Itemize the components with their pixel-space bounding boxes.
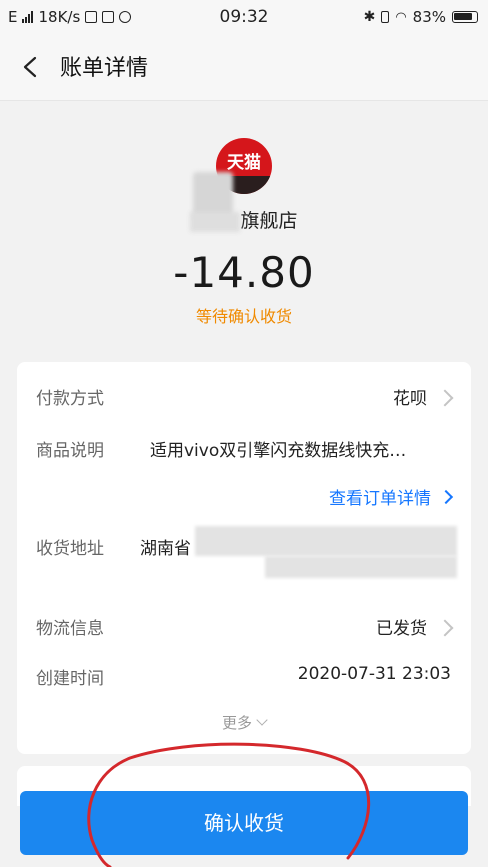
row-payment-method[interactable]: 付款方式 花呗	[17, 384, 471, 414]
label-logistics: 物流信息	[36, 619, 104, 639]
chevron-right-icon	[436, 619, 454, 637]
value-payment-method: 花呗	[393, 389, 427, 409]
status-right: ✱ ◠ 83%	[364, 8, 478, 26]
row-product-desc: 商品说明 适用vivo双引擎闪充数据线快充…	[17, 436, 471, 466]
redacted-shop-prefix	[190, 211, 241, 232]
merchant-summary: 天猫 旗舰店 -14.80 等待确认收货	[0, 100, 488, 360]
confirm-receipt-button[interactable]: 确认收货	[20, 791, 468, 855]
status-bar: E 18K/s 09:32 ✱ ◠ 83%	[0, 0, 488, 34]
order-status: 等待确认收货	[195, 307, 292, 326]
value-address: 湖南省	[140, 539, 191, 559]
value-logistics: 已发货	[376, 619, 427, 639]
battery-percent: 83%	[412, 8, 446, 26]
amount: -14.80	[173, 248, 315, 297]
value-product-desc: 适用vivo双引擎闪充数据线快充…	[150, 441, 407, 461]
chevron-left-icon[interactable]	[20, 56, 42, 78]
chevron-right-icon	[438, 489, 454, 505]
vibrate-icon	[381, 11, 390, 23]
logo-text: 天猫	[227, 153, 261, 173]
nav-bar: 账单详情	[0, 34, 488, 101]
chevron-right-icon	[436, 389, 454, 407]
row-created-time: 创建时间 2020-07-31 23:03	[17, 664, 471, 694]
view-order-details-link[interactable]: 查看订单详情	[329, 484, 454, 509]
chevron-down-icon	[256, 714, 268, 726]
more-label: 更多	[221, 714, 252, 732]
row-order-link[interactable]: 查看订单详情	[17, 484, 471, 514]
label-product-desc: 商品说明	[36, 441, 104, 461]
details-card: 付款方式 花呗 商品说明 适用vivo双引擎闪充数据线快充… 查看订单详情 收货…	[17, 362, 471, 754]
redacted-address-line1	[195, 526, 457, 556]
more-toggle[interactable]: 更多	[17, 712, 471, 733]
label-address: 收货地址	[36, 539, 104, 559]
shop-name: 旗舰店	[0, 206, 488, 233]
value-created-time: 2020-07-31 23:03	[297, 664, 451, 684]
shop-name-text: 旗舰店	[240, 210, 298, 232]
battery-icon	[452, 11, 478, 23]
row-address: 收货地址 湖南省	[17, 526, 471, 594]
label-payment-method: 付款方式	[36, 389, 104, 409]
bluetooth-icon: ✱	[363, 9, 376, 25]
label-created-time: 创建时间	[36, 669, 104, 689]
redacted-address-line2	[265, 556, 457, 578]
wifi-icon: ◠	[395, 9, 407, 25]
link-label: 查看订单详情	[329, 489, 431, 509]
page-title: 账单详情	[60, 56, 149, 81]
row-logistics[interactable]: 物流信息 已发货	[17, 614, 471, 644]
